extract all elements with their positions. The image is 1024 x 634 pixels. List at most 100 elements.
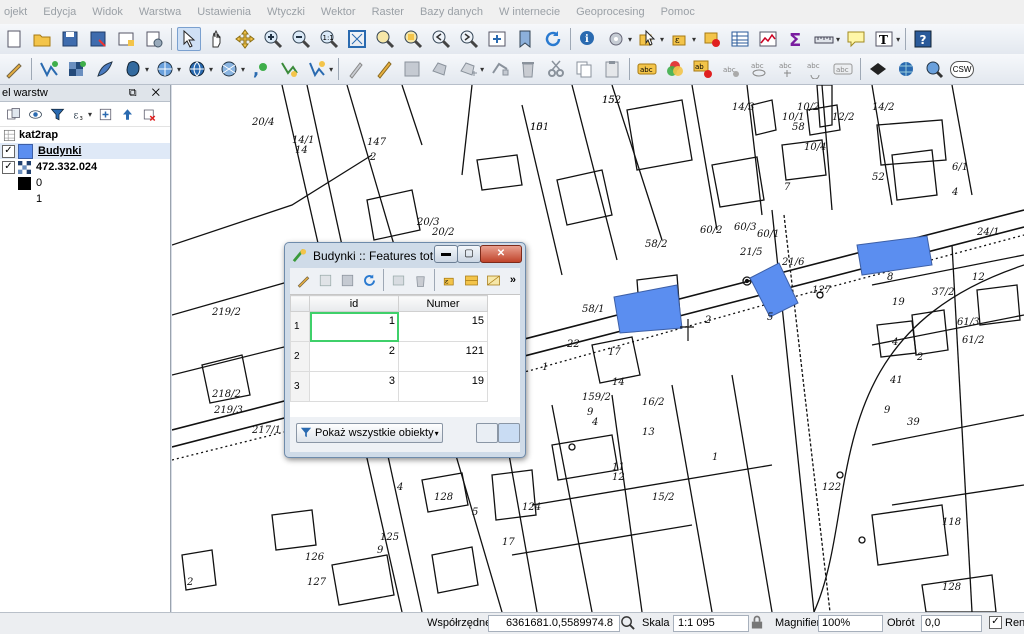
save-edits-icon[interactable] [338,271,356,289]
action-dropdown-icon[interactable]: ▾ [628,35,632,44]
row-header[interactable]: 3 [290,371,310,402]
toggle-editing-icon[interactable] [2,57,26,81]
delete-selected-icon[interactable] [516,57,540,81]
zoom-1-1-icon[interactable]: 1:1 [317,27,341,51]
layer-row-budynki[interactable]: ✓ Budynki [0,143,170,159]
toggle-editing-mode-icon[interactable] [294,271,312,289]
toggle-extents-icon[interactable] [620,615,635,633]
select-by-expression-icon[interactable]: ε [440,271,458,289]
cut-features-icon[interactable] [544,57,568,81]
paste-features-icon[interactable] [600,57,624,81]
georeferencer-icon[interactable] [866,57,890,81]
column-header-id[interactable]: id [309,295,399,312]
pan-to-selection-icon[interactable] [233,27,257,51]
zoom-out-icon[interactable] [289,27,313,51]
form-view-button[interactable] [476,423,498,443]
edit-pencil-icon[interactable] [372,57,396,81]
measure-line-icon[interactable] [812,27,836,51]
filter-legend-icon[interactable] [48,105,66,123]
save-edits-icon[interactable] [400,57,424,81]
add-spatialite-layer-icon[interactable] [93,57,117,81]
row-header[interactable]: 2 [290,341,310,372]
multi-edit-icon[interactable] [316,271,334,289]
filter-by-expression-icon[interactable]: ε3 [70,105,88,123]
add-postgis-layer-icon[interactable] [121,57,145,81]
render-checkbox[interactable]: ✓ [989,616,1005,629]
menu-layer[interactable]: Warstwa [131,0,189,24]
menu-database[interactable]: Bazy danych [412,0,491,24]
annotation-dropdown-icon[interactable]: ▾ [896,35,900,44]
rotation-spinbox[interactable]: 0,0 [921,615,982,632]
statistics-icon[interactable] [756,27,780,51]
magnifier-spinbox[interactable]: 100% [818,615,883,632]
new-map-view-icon[interactable] [485,27,509,51]
measure-dropdown-icon[interactable]: ▾ [836,35,840,44]
globe-plugin-icon[interactable] [894,57,918,81]
menu-web[interactable]: W internecie [491,0,568,24]
pan-hand-icon[interactable] [205,27,229,51]
table-row[interactable]: 3 3 19 [290,371,488,402]
close-button[interactable]: ✕ [480,245,522,263]
row-header[interactable]: 1 [290,311,310,342]
save-project-icon[interactable] [58,27,82,51]
node-tool-icon[interactable] [488,57,512,81]
layer-labeling-icon[interactable]: ab [691,57,715,81]
menu-vector[interactable]: Wektor [313,0,364,24]
save-as-icon[interactable] [86,27,110,51]
wms-dropdown-icon[interactable]: ▾ [177,65,181,74]
wfs-dropdown-icon[interactable]: ▾ [241,65,245,74]
select-all-icon[interactable] [462,271,480,289]
invert-selection-icon[interactable] [484,271,502,289]
add-wms-layer-icon[interactable] [153,57,177,81]
help-icon[interactable]: ? [911,27,935,51]
zoom-next-icon[interactable] [457,27,481,51]
cell-numer[interactable]: 121 [398,341,488,372]
composer-manager-icon[interactable] [142,27,166,51]
lock-scale-icon[interactable] [751,615,763,633]
zoom-full-icon[interactable] [345,27,369,51]
maximize-button[interactable]: ▢ [457,245,481,263]
menu-project[interactable]: ojekt [0,0,35,24]
label-tool-icon[interactable]: abc [635,57,659,81]
manage-visibility-icon[interactable] [26,105,44,123]
rotate-label-icon[interactable]: abc [803,57,827,81]
add-delimited-text-icon[interactable]: , [249,57,273,81]
action-icon[interactable] [604,27,628,51]
attribute-window-titlebar[interactable]: Budynki :: Features tot... ▬ ▢ ✕ [285,243,525,267]
select-dropdown-icon[interactable]: ▾ [660,35,664,44]
scale-combobox[interactable]: 1:1 095 [673,615,749,632]
zoom-to-layer-icon[interactable] [373,27,397,51]
current-edits-icon[interactable] [344,57,368,81]
layer-row-472332024[interactable]: ✓ 472.332.024 [0,159,170,175]
new-spatialite-layer-icon[interactable] [305,57,329,81]
metasearch-icon[interactable] [922,57,946,81]
more-tools-button[interactable]: » [510,274,516,286]
cell-id[interactable]: 1 [309,311,399,342]
building-polygon[interactable] [856,235,933,276]
expression-dropdown-icon[interactable]: ▾ [692,35,696,44]
menu-edit[interactable]: Edycja [35,0,84,24]
show-all-features-dropdown[interactable]: Pokaż wszystkie obiekty ▾ [296,423,443,443]
cell-id[interactable]: 2 [309,341,399,372]
open-layer-styling-icon[interactable] [4,105,22,123]
zoom-last-icon[interactable] [429,27,453,51]
menu-raster[interactable]: Raster [364,0,412,24]
add-feature-icon[interactable] [389,271,407,289]
change-label-icon[interactable]: abc [831,57,855,81]
corner-header[interactable] [290,295,310,312]
menu-help[interactable]: Pomoc [653,0,703,24]
delete-feature-icon[interactable] [411,271,429,289]
add-vector-layer-icon[interactable] [37,57,61,81]
layer-row-kat2rap[interactable]: kat2rap [0,127,170,143]
open-project-icon[interactable] [30,27,54,51]
pan-select-icon[interactable] [177,27,201,51]
add-wfs-layer-icon[interactable] [217,57,241,81]
layer-visibility-checkbox[interactable]: ✓ [2,144,15,158]
remove-layer-icon[interactable] [140,105,158,123]
column-header-numer[interactable]: Numer [398,295,488,312]
new-bookmark-icon[interactable] [513,27,537,51]
new-layer-dropdown-icon[interactable]: ▾ [329,65,333,74]
select-features-icon[interactable] [636,27,660,51]
attribute-table-window[interactable]: Budynki :: Features tot... ▬ ▢ ✕ ε » id … [284,242,526,458]
new-project-icon[interactable] [2,27,26,51]
